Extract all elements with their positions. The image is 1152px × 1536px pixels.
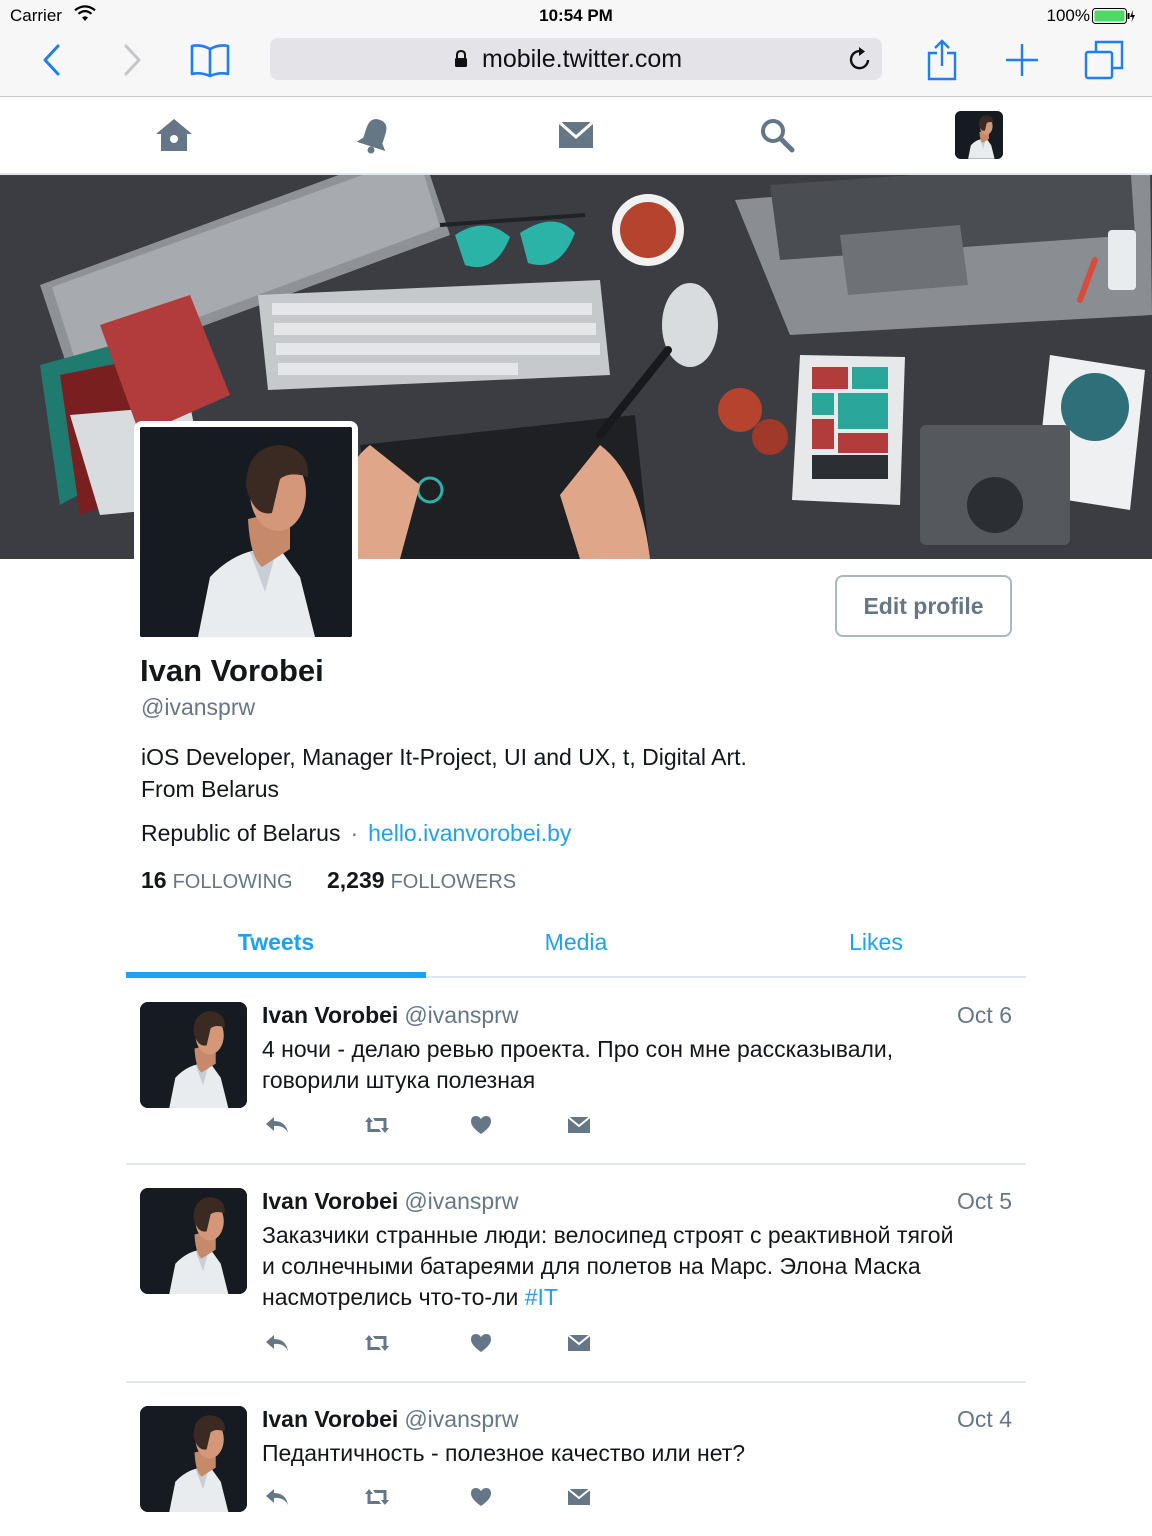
reply-icon[interactable] <box>262 1110 292 1140</box>
profile-stats: 16 FOLLOWING 2,239 FOLLOWERS <box>141 867 544 894</box>
website-link[interactable]: hello.ivanvorobei.by <box>368 820 571 846</box>
like-icon[interactable] <box>466 1110 496 1140</box>
twitter-nav <box>0 97 1152 175</box>
screen-name: @ivansprw <box>141 694 256 720</box>
clock: 10:54 PM <box>539 6 613 25</box>
notifications-icon[interactable] <box>351 111 399 159</box>
hashtag-link[interactable]: #IT <box>525 1284 558 1310</box>
edit-profile-button[interactable]: Edit profile <box>835 575 1012 637</box>
profile-avatar[interactable] <box>140 427 352 637</box>
tweet-author-handle[interactable]: @ivansprw <box>404 1406 518 1432</box>
tweet-author-handle[interactable]: @ivansprw <box>404 1002 518 1028</box>
meta-separator: · <box>350 820 359 846</box>
tab-likes[interactable]: Likes <box>726 912 1026 978</box>
tweet-date[interactable]: Oct 5 <box>957 1188 1012 1215</box>
followers-count: 2,239 <box>327 867 385 893</box>
tweet-author-name[interactable]: Ivan Vorobei <box>262 1188 398 1214</box>
url-text: mobile.twitter.com <box>482 45 683 73</box>
tweet-header: Ivan Vorobei @ivansprw <box>262 1188 518 1215</box>
tweet-avatar[interactable] <box>140 1406 247 1512</box>
following-stat[interactable]: 16 FOLLOWING <box>141 867 293 894</box>
tweet-header: Ivan Vorobei @ivansprw <box>262 1002 518 1029</box>
tabs-icon[interactable] <box>1080 36 1128 84</box>
messages-icon[interactable] <box>552 111 600 159</box>
profile-bio: iOS Developer, Manager It-Project, UI an… <box>141 741 841 805</box>
profile-avatar-nav[interactable] <box>955 111 1003 159</box>
new-tab-icon[interactable] <box>998 36 1046 84</box>
profile-tabs: Tweets Media Likes <box>126 912 1026 978</box>
browser-toolbar: mobile.twitter.com <box>0 30 1152 97</box>
battery-percent: 100% <box>1046 6 1090 25</box>
reload-icon[interactable] <box>848 46 872 77</box>
tweet-avatar[interactable] <box>140 1188 247 1294</box>
tab-media[interactable]: Media <box>426 912 726 978</box>
tweet-text-line: насмотрелись что-то-ли <box>262 1284 519 1310</box>
retweet-icon[interactable] <box>362 1328 392 1358</box>
dm-icon[interactable] <box>564 1482 594 1512</box>
tweet[interactable]: Ivan Vorobei @ivansprw Oct 5 Заказчики ст… <box>126 1188 1026 1383</box>
tweet-avatar[interactable] <box>140 1002 247 1108</box>
followers-stat[interactable]: 2,239 FOLLOWERS <box>327 867 516 894</box>
lock-icon <box>454 49 468 73</box>
retweet-icon[interactable] <box>362 1110 392 1140</box>
tweet-header: Ivan Vorobei @ivansprw <box>262 1406 518 1433</box>
tweet-text: Педантичность - полезное качество или не… <box>262 1438 1022 1469</box>
back-icon[interactable] <box>28 36 76 84</box>
like-icon[interactable] <box>466 1328 496 1358</box>
tweet-author-handle[interactable]: @ivansprw <box>404 1188 518 1214</box>
forward-icon[interactable] <box>108 36 156 84</box>
tweet-text-line: и солнечными батареями для полетов на Ма… <box>262 1253 921 1279</box>
home-icon[interactable] <box>150 111 198 159</box>
status-bar: Carrier 10:54 PM 100% <box>0 0 1152 30</box>
tweet-author-name[interactable]: Ivan Vorobei <box>262 1002 398 1028</box>
tweet-text-line: 4 ночи - делаю ревью проекта. Про сон мн… <box>262 1036 894 1062</box>
tweet-text-line: говорили штука полезная <box>262 1067 536 1093</box>
tweet[interactable]: Ivan Vorobei @ivansprw Oct 4 Педантичност… <box>126 1406 1026 1536</box>
bookmarks-icon[interactable] <box>186 36 234 84</box>
bio-line: iOS Developer, Manager It-Project, UI an… <box>141 744 747 770</box>
tweet-text-line: Заказчики странные люди: велосипед строя… <box>262 1222 954 1248</box>
tweet[interactable]: Ivan Vorobei @ivansprw Oct 6 4 ночи - дел… <box>126 1002 1026 1165</box>
share-icon[interactable] <box>918 36 966 84</box>
tweet-text-line: Педантичность - полезное качество или не… <box>262 1440 746 1466</box>
dm-icon[interactable] <box>564 1110 594 1140</box>
reply-icon[interactable] <box>262 1482 292 1512</box>
battery-icon <box>1092 8 1136 29</box>
following-count: 16 <box>141 867 167 893</box>
profile-avatar-frame <box>134 421 358 643</box>
tweet-date[interactable]: Oct 4 <box>957 1406 1012 1433</box>
following-label: FOLLOWING <box>172 871 293 893</box>
retweet-icon[interactable] <box>362 1482 392 1512</box>
search-icon[interactable] <box>753 111 801 159</box>
location: Republic of Belarus <box>141 820 341 846</box>
display-name: Ivan Vorobei <box>140 653 324 688</box>
tweet-text: Заказчики странные люди: велосипед строя… <box>262 1220 1022 1313</box>
url-bar[interactable]: mobile.twitter.com <box>270 38 882 80</box>
bio-line: From Belarus <box>141 776 280 802</box>
profile-meta: Republic of Belarus · hello.ivanvorobei.by <box>141 820 571 847</box>
followers-label: FOLLOWERS <box>390 871 517 893</box>
reply-icon[interactable] <box>262 1328 292 1358</box>
tweet-author-name[interactable]: Ivan Vorobei <box>262 1406 398 1432</box>
tab-tweets[interactable]: Tweets <box>126 912 426 978</box>
dm-icon[interactable] <box>564 1328 594 1358</box>
like-icon[interactable] <box>466 1482 496 1512</box>
tweet-date[interactable]: Oct 6 <box>957 1002 1012 1029</box>
tweet-text: 4 ночи - делаю ревью проекта. Про сон мн… <box>262 1034 1022 1096</box>
